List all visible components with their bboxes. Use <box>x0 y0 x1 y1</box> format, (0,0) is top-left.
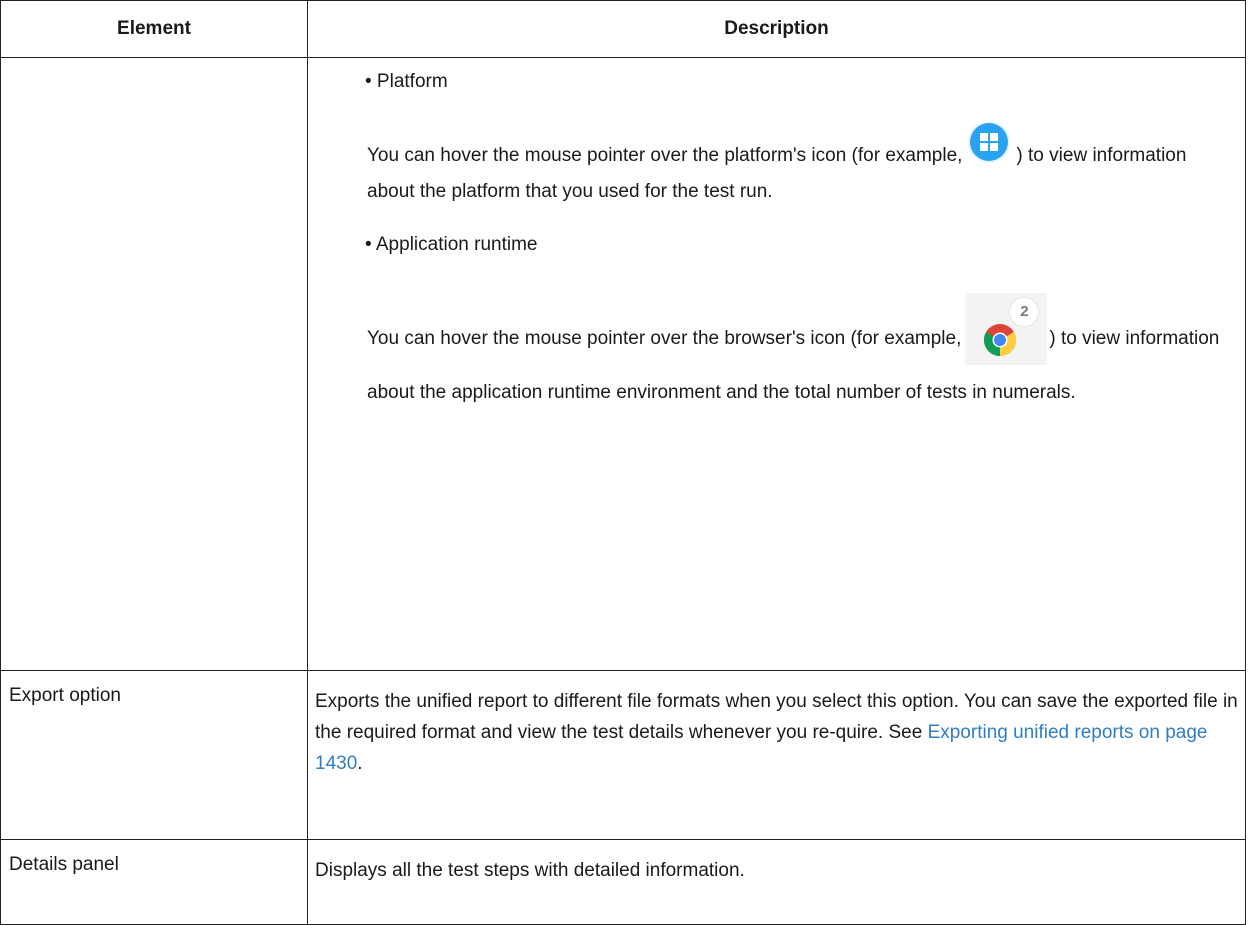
header-element: Element <box>0 0 308 58</box>
windows-icon <box>970 122 1009 161</box>
browser-count-badge: 2 <box>1009 297 1040 327</box>
export-option-description-cell: Exports the unified report to different … <box>307 670 1246 840</box>
details-panel-description-cell: Displays all the test steps with detaile… <box>307 839 1246 925</box>
table-header-row: Element Description <box>0 0 1246 58</box>
platform-text-before: You can hover the mouse pointer over the… <box>367 145 963 166</box>
details-panel-label: Details panel <box>0 839 308 925</box>
chrome-icon: 2 <box>965 293 1048 365</box>
table-row: Export option Exports the unified report… <box>0 670 1246 840</box>
table-row: • Platform You can hover the mouse point… <box>0 57 1246 671</box>
row1-element-cell <box>0 57 308 671</box>
bullet-application-runtime: • Application runtime <box>365 234 538 255</box>
element-description-table: Element Description • Platform You can h… <box>0 0 1246 925</box>
row1-description-cell: • Platform You can hover the mouse point… <box>307 57 1246 671</box>
runtime-text-before: You can hover the mouse pointer over the… <box>367 328 962 350</box>
runtime-paragraph: You can hover the mouse pointer over the… <box>367 293 1234 411</box>
export-text-end: . <box>357 753 363 774</box>
details-panel-description: Displays all the test steps with detaile… <box>315 860 745 881</box>
export-option-label: Export option <box>0 670 308 840</box>
platform-paragraph: You can hover the mouse pointer over the… <box>367 122 1234 210</box>
header-description: Description <box>307 0 1246 58</box>
table-row: Details panel Displays all the test step… <box>0 839 1246 925</box>
bullet-platform: • Platform <box>365 71 448 92</box>
